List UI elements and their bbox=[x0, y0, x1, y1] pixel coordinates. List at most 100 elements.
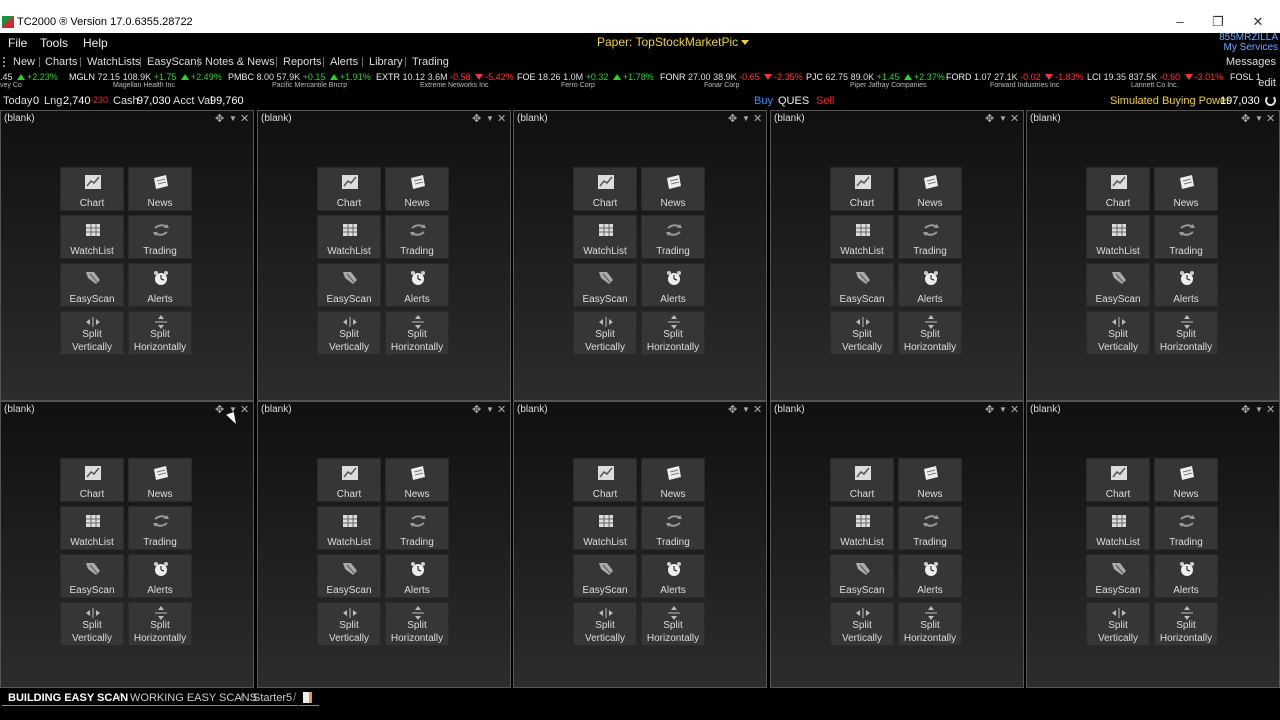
close-icon[interactable]: ✕ bbox=[1266, 403, 1275, 416]
easyscan-tile[interactable]: EasyScan bbox=[573, 554, 637, 598]
layout-pane[interactable]: (blank) ✥ ▼ ✕ Chart News WatchList Trading EasyS… bbox=[257, 110, 511, 401]
split-horizontally-tile[interactable]: Split Horizontally bbox=[641, 311, 705, 355]
trading-tile[interactable]: Trading bbox=[128, 506, 192, 550]
layout-pane[interactable]: (blank) ✥ ▼ ✕ Chart News WatchList Trading EasyS… bbox=[257, 401, 511, 688]
layout-pane[interactable]: (blank) ✥ ▼ ✕ Chart News WatchList Trading EasyS… bbox=[770, 401, 1024, 688]
chevron-down-icon[interactable]: ▼ bbox=[999, 114, 1007, 123]
toolbar-charts[interactable]: Charts bbox=[45, 56, 77, 68]
split-horizontally-tile[interactable]: Split Horizontally bbox=[898, 311, 962, 355]
toolbar-alerts[interactable]: Alerts bbox=[330, 56, 358, 68]
alerts-tile[interactable]: Alerts bbox=[1154, 554, 1218, 598]
news-tile[interactable]: News bbox=[641, 458, 705, 502]
alerts-tile[interactable]: Alerts bbox=[128, 554, 192, 598]
layout-pane[interactable]: (blank) ✥ ▼ ✕ Chart News WatchList Trading EasyS… bbox=[1026, 401, 1280, 688]
news-tile[interactable]: News bbox=[898, 167, 962, 211]
watchlist-tile[interactable]: WatchList bbox=[830, 215, 894, 259]
close-icon[interactable]: ✕ bbox=[753, 112, 762, 125]
split-vertically-tile[interactable]: Split Vertically bbox=[573, 602, 637, 646]
toolbar-easyscans[interactable]: EasyScans bbox=[147, 56, 202, 68]
watchlist-tile[interactable]: WatchList bbox=[317, 506, 381, 550]
split-horizontally-tile[interactable]: Split Horizontally bbox=[898, 602, 962, 646]
news-tile[interactable]: News bbox=[898, 458, 962, 502]
split-horizontally-tile[interactable]: Split Horizontally bbox=[1154, 311, 1218, 355]
tab-starter5[interactable]: Starter5 bbox=[247, 690, 299, 706]
buy-button[interactable]: Buy bbox=[754, 95, 773, 107]
close-icon[interactable]: ✕ bbox=[753, 403, 762, 416]
watchlist-tile[interactable]: WatchList bbox=[60, 506, 124, 550]
split-horizontally-tile[interactable]: Split Horizontally bbox=[385, 602, 449, 646]
ticker-item[interactable]: .45 +2.23% bbox=[0, 72, 58, 82]
ticker-item[interactable]: FORD 1.07 27.1K -0.02 -1.83% bbox=[946, 72, 1084, 82]
menu-help[interactable]: Help bbox=[83, 36, 108, 50]
split-vertically-tile[interactable]: Split Vertically bbox=[830, 602, 894, 646]
chart-tile[interactable]: Chart bbox=[317, 167, 381, 211]
toolbar-notes-news[interactable]: Notes & News bbox=[205, 56, 275, 68]
layout-pane[interactable]: (blank) ✥ ▼ ✕ Chart News WatchList Trading EasyS… bbox=[513, 401, 767, 688]
close-icon[interactable]: ✕ bbox=[1010, 403, 1019, 416]
easyscan-tile[interactable]: EasyScan bbox=[317, 554, 381, 598]
ticker-item[interactable]: FOSL 1 bbox=[1230, 72, 1261, 82]
chart-tile[interactable]: Chart bbox=[830, 458, 894, 502]
split-vertically-tile[interactable]: Split Vertically bbox=[573, 311, 637, 355]
watchlist-tile[interactable]: WatchList bbox=[317, 215, 381, 259]
move-icon[interactable]: ✥ bbox=[1241, 112, 1250, 125]
split-vertically-tile[interactable]: Split Vertically bbox=[317, 602, 381, 646]
layout-pane[interactable]: (blank) ✥ ▼ ✕ Chart News WatchList Trading EasyS… bbox=[0, 110, 254, 401]
news-tile[interactable]: News bbox=[385, 167, 449, 211]
split-horizontally-tile[interactable]: Split Horizontally bbox=[128, 311, 192, 355]
close-icon[interactable]: ✕ bbox=[240, 403, 249, 416]
split-horizontally-tile[interactable]: Split Horizontally bbox=[1154, 602, 1218, 646]
trading-tile[interactable]: Trading bbox=[385, 215, 449, 259]
ticker-item[interactable]: PJC 62.75 89.0K +1.45 +2.37% bbox=[806, 72, 945, 82]
move-icon[interactable]: ✥ bbox=[985, 403, 994, 416]
watchlist-tile[interactable]: WatchList bbox=[60, 215, 124, 259]
tab-building-easy-scan[interactable]: BUILDING EASY SCAN bbox=[2, 690, 135, 706]
chevron-down-icon[interactable]: ▼ bbox=[229, 114, 237, 123]
chevron-down-icon[interactable]: ▼ bbox=[486, 405, 494, 414]
move-icon[interactable]: ✥ bbox=[728, 403, 737, 416]
close-icon[interactable]: ✕ bbox=[1266, 112, 1275, 125]
trading-tile[interactable]: Trading bbox=[898, 506, 962, 550]
ticker-item[interactable]: EXTR 10.12 3.6M -0.58 -5.42% bbox=[376, 72, 514, 82]
news-tile[interactable]: News bbox=[1154, 458, 1218, 502]
split-vertically-tile[interactable]: Split Vertically bbox=[60, 311, 124, 355]
split-horizontally-tile[interactable]: Split Horizontally bbox=[385, 311, 449, 355]
news-tile[interactable]: News bbox=[641, 167, 705, 211]
toolbar-watchlists[interactable]: WatchLists bbox=[87, 56, 140, 68]
watchlist-tile[interactable]: WatchList bbox=[1086, 215, 1150, 259]
layout-pane[interactable]: (blank) ✥ ▼ ✕ Chart News WatchList Trading EasyS… bbox=[770, 110, 1024, 401]
move-icon[interactable]: ✥ bbox=[728, 112, 737, 125]
watchlist-tile[interactable]: WatchList bbox=[1086, 506, 1150, 550]
split-vertically-tile[interactable]: Split Vertically bbox=[1086, 602, 1150, 646]
split-vertically-tile[interactable]: Split Vertically bbox=[1086, 311, 1150, 355]
chart-tile[interactable]: Chart bbox=[60, 458, 124, 502]
minimize-icon[interactable]: – bbox=[1160, 13, 1200, 31]
move-icon[interactable]: ✥ bbox=[472, 403, 481, 416]
toolbar-reports[interactable]: Reports bbox=[283, 56, 322, 68]
ticker-item[interactable]: MGLN 72.15 108.9K +1.75 +2.49% bbox=[69, 72, 222, 82]
ticker-tape[interactable]: edit .45 +2.23% vey Co MGLN 72.15 108.9K … bbox=[0, 70, 1280, 92]
layout-pane[interactable]: (blank) ✥ ▼ ✕ Chart News WatchList Trading EasyS… bbox=[0, 401, 254, 688]
news-tile[interactable]: News bbox=[128, 458, 192, 502]
easyscan-tile[interactable]: EasyScan bbox=[1086, 554, 1150, 598]
messages-link[interactable]: Messages bbox=[1226, 56, 1276, 68]
easyscan-tile[interactable]: EasyScan bbox=[830, 263, 894, 307]
close-icon[interactable]: ✕ bbox=[240, 112, 249, 125]
chevron-down-icon[interactable]: ▼ bbox=[1255, 114, 1263, 123]
watchlist-tile[interactable]: WatchList bbox=[573, 215, 637, 259]
menu-file[interactable]: File bbox=[8, 36, 27, 50]
chart-tile[interactable]: Chart bbox=[573, 167, 637, 211]
alerts-tile[interactable]: Alerts bbox=[898, 554, 962, 598]
split-horizontally-tile[interactable]: Split Horizontally bbox=[641, 602, 705, 646]
trading-tile[interactable]: Trading bbox=[128, 215, 192, 259]
chevron-down-icon[interactable]: ▼ bbox=[486, 114, 494, 123]
split-vertically-tile[interactable]: Split Vertically bbox=[317, 311, 381, 355]
chart-tile[interactable]: Chart bbox=[1086, 167, 1150, 211]
alerts-tile[interactable]: Alerts bbox=[1154, 263, 1218, 307]
trading-tile[interactable]: Trading bbox=[641, 215, 705, 259]
layout-pane[interactable]: (blank) ✥ ▼ ✕ Chart News WatchList Trading EasyS… bbox=[513, 110, 767, 401]
chart-tile[interactable]: Chart bbox=[317, 458, 381, 502]
chart-tile[interactable]: Chart bbox=[60, 167, 124, 211]
toolbar-library[interactable]: Library bbox=[369, 56, 403, 68]
close-icon[interactable]: ✕ bbox=[497, 112, 506, 125]
